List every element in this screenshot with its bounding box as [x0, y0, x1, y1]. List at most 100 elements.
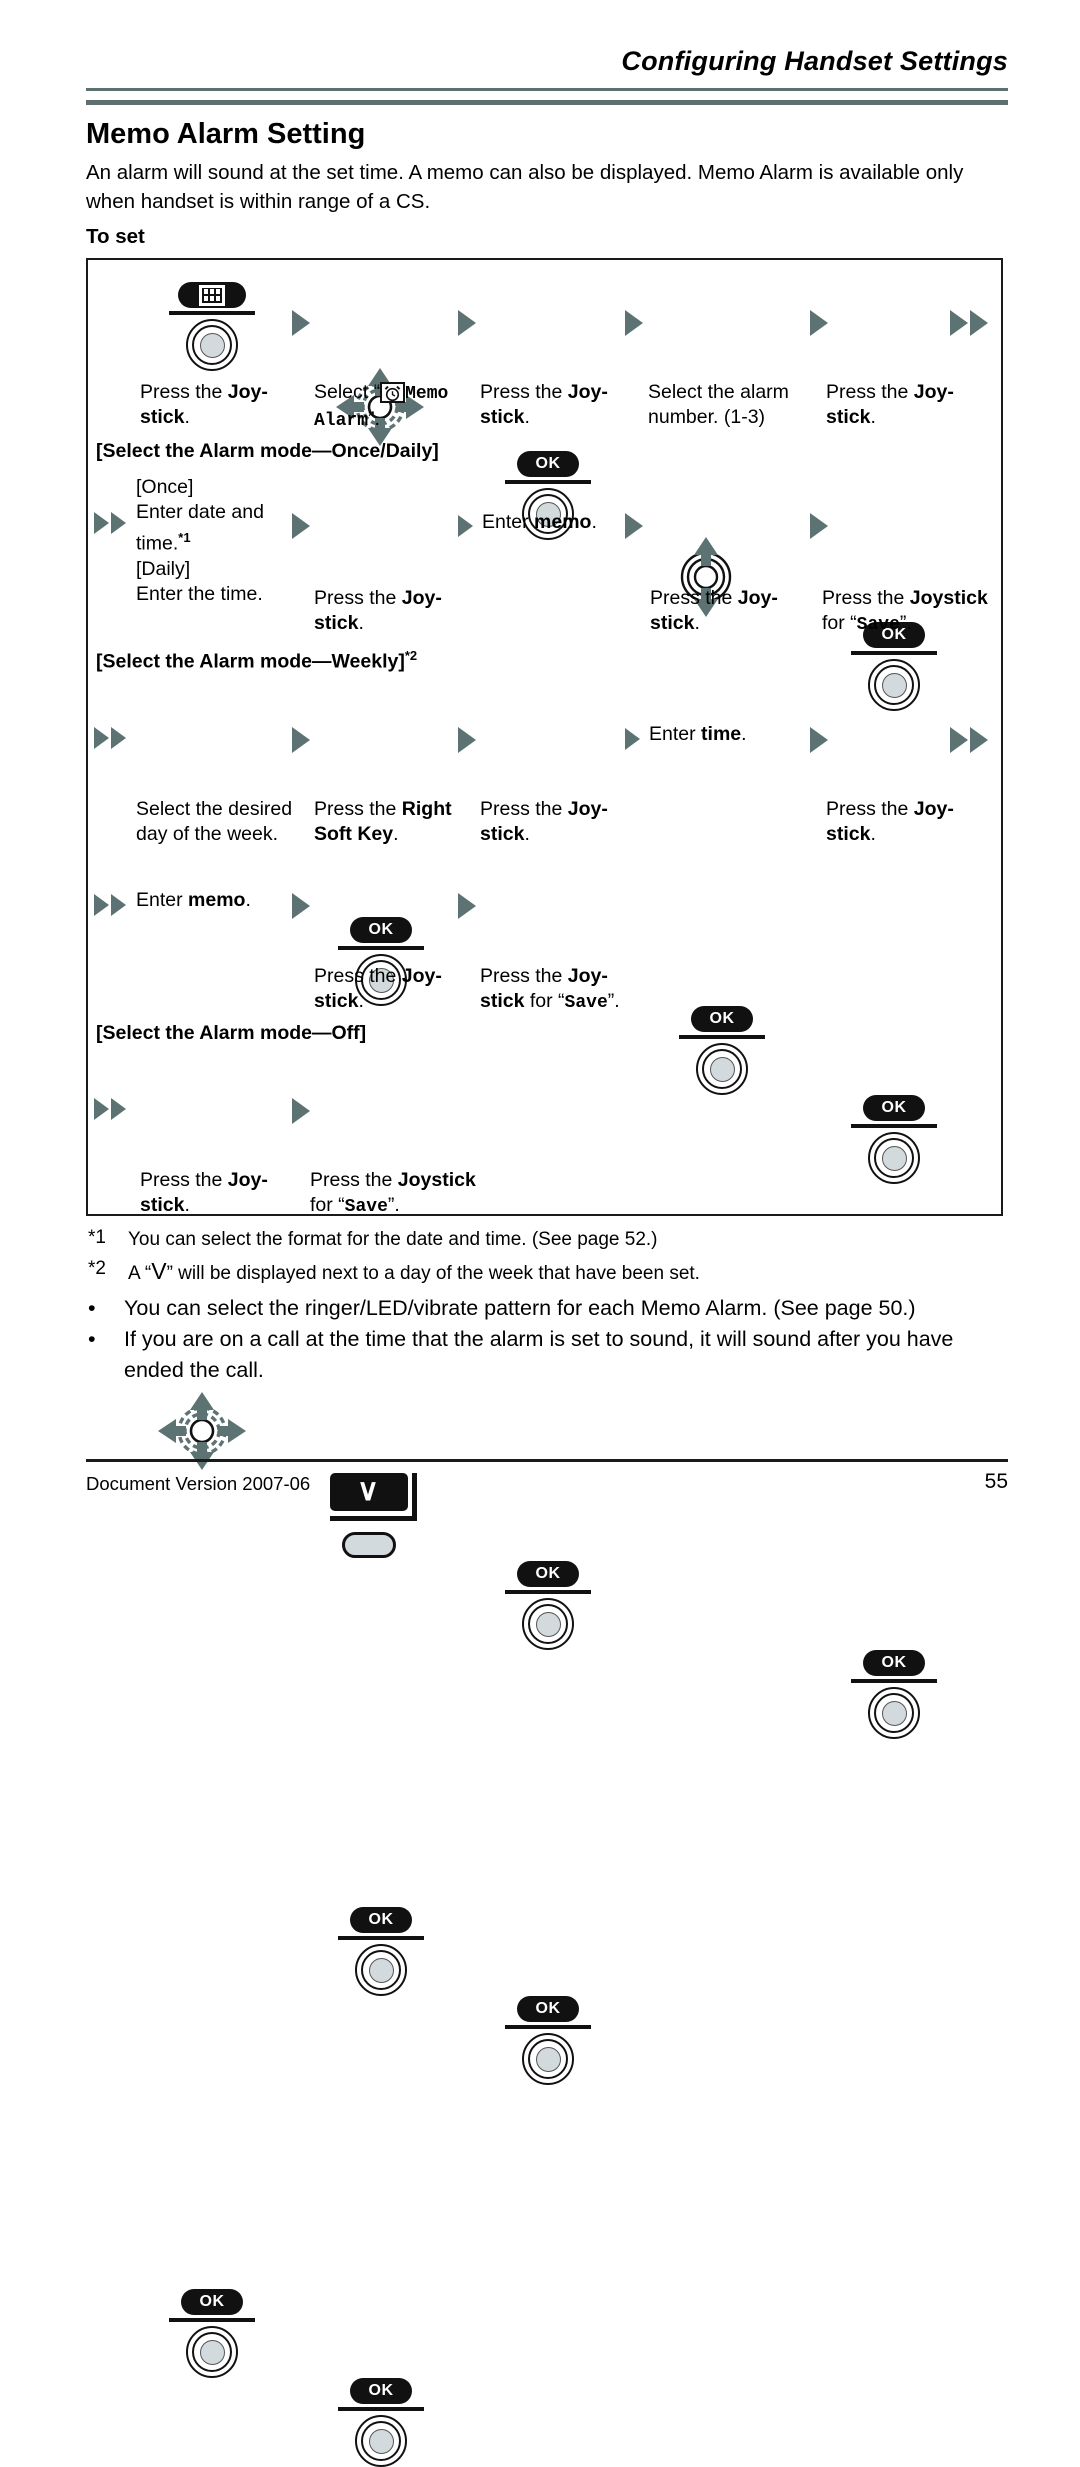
procedure-flow-box: Press the Joy- stick. Select “ Memo Alarm… [86, 258, 1003, 2467]
page-title: Memo Alarm Setting [86, 118, 366, 150]
caption-bold: Joy- [737, 587, 778, 609]
flow-arrow-double [950, 727, 988, 753]
caption-text: . [524, 823, 530, 845]
caption-text: . [358, 990, 364, 1012]
flow-arrow-double [94, 727, 126, 749]
bullet-marker: • [88, 1296, 96, 1320]
caption-text: ”. [607, 990, 620, 1012]
ok-pill-label: OK [350, 2378, 412, 2404]
instruction-line: time. [136, 532, 179, 555]
caption-mono: Alarm [314, 411, 369, 431]
weekly-row2-step2-caption: Press the Joy- stick. [314, 964, 464, 1014]
caption-text: Press the [650, 587, 738, 609]
flow-arrow [292, 513, 310, 539]
row1-step2-caption: Select “ Memo Alarm”. [314, 380, 484, 434]
ok-key-icon: OK [846, 1650, 942, 1739]
flow-arrow [292, 893, 310, 919]
once-daily-step5-caption: Press the Joystick for “Save”. [822, 586, 1022, 638]
footnote-2-mark: *2 [88, 1258, 106, 1279]
weekly-step5-caption: Press the Joy- stick. [826, 797, 986, 847]
caption-bold: Joy- [227, 1169, 268, 1191]
caption-bold: memo [534, 511, 592, 533]
flow-arrow [458, 893, 476, 919]
caption-text: Select the desired [136, 798, 293, 820]
joystick-disc-icon [868, 659, 920, 711]
section-label-off: [Select the Alarm mode—Off] [96, 1022, 367, 1044]
caption-bold: stick [140, 1194, 185, 1216]
caption-text: . [184, 1194, 190, 1216]
soft-key-button-shape [342, 1532, 396, 1558]
flow-arrow [458, 727, 476, 753]
caption-mono: Save [856, 615, 900, 635]
caption-bold: stick [826, 823, 871, 845]
caption-text: . [870, 823, 876, 845]
row1-step1-caption: Press the Joy- stick. [140, 380, 280, 430]
caption-text: for “ [822, 612, 857, 634]
off-step2-caption: Press the Joystick for “Save”. [310, 1168, 520, 1220]
ok-pill-label: OK [863, 1095, 925, 1121]
caption-mono: Save [564, 993, 608, 1013]
joystick-disc-icon [355, 2415, 407, 2467]
caption-text: ”. [387, 1194, 400, 1216]
flow-arrow [810, 513, 828, 539]
joystick-disc-icon [186, 2326, 238, 2378]
caption-text: ”. [368, 408, 380, 430]
caption-mono: Save [344, 1197, 388, 1217]
grid-icon [199, 284, 225, 306]
ok-pill-label: OK [863, 1650, 925, 1676]
caption-text: Press the [822, 587, 910, 609]
weekly-step3-caption: Press the Joy- stick. [480, 797, 630, 847]
flow-arrow [625, 728, 640, 750]
ok-pill-label: OK [350, 1907, 412, 1933]
caption-bold: stick [826, 406, 871, 428]
intro-paragraph: An alarm will sound at the set time. A m… [86, 161, 964, 213]
section-label-text: [Select the Alarm mode—Weekly] [96, 650, 405, 673]
document-page: Configuring Handset Settings Memo Alarm … [0, 0, 1080, 2467]
caption-bold: Soft Key [314, 823, 394, 845]
bullet-marker: • [88, 1327, 96, 1351]
flow-arrow-double [94, 512, 126, 534]
ok-pill-label: OK [181, 2289, 243, 2315]
caption-bold: Joy- [913, 798, 954, 820]
flow-arrow [625, 513, 643, 539]
bullet-item-1: You can select the ringer/LED/vibrate pa… [124, 1296, 916, 1320]
once-daily-step2-caption: Press the Joy- stick. [314, 586, 464, 636]
caption-bold: stick [314, 612, 359, 634]
section-label-once-daily: [Select the Alarm mode—Once/Daily] [96, 440, 439, 462]
flow-arrow-double [94, 1098, 126, 1120]
footnote-text-post: ” will be displayed next to a day of the… [166, 1263, 700, 1284]
flow-arrow [810, 727, 828, 753]
caption-bold: Right [401, 798, 452, 820]
instruction-line: Enter the time. [136, 582, 263, 605]
bullet-item-2: If you are on a call at the time that th… [124, 1327, 954, 1382]
weekly-row2-step3-caption: Press the Joy- stick for “Save”. [480, 964, 700, 1016]
row1-step3-caption: Press the Joy- stick. [480, 380, 630, 430]
caption-bold: stick [480, 990, 525, 1012]
caption-text: Enter [649, 723, 702, 745]
once-daily-step4-caption: Press the Joy- stick. [650, 586, 800, 636]
right-soft-key-icon: ∨ [330, 1473, 432, 1558]
caption-bold: stick [314, 990, 359, 1012]
caption-text: . [358, 612, 364, 634]
flow-arrow [292, 727, 310, 753]
footer-rule [86, 1459, 1008, 1462]
ok-pill-label: OK [350, 917, 412, 943]
ok-key-icon: OK [846, 1095, 942, 1184]
flow-arrow [625, 310, 643, 336]
caption-bold: Joy- [913, 381, 954, 403]
joystick-disc-icon [522, 2033, 574, 2085]
caption-bold: memo [188, 889, 246, 911]
caption-text: Press the [480, 798, 568, 820]
caption-text: . [524, 406, 530, 428]
ok-key-icon: OK [500, 1996, 596, 2085]
caption-text: . [694, 612, 700, 634]
ok-pill-label: OK [691, 1006, 753, 1032]
footnote-1-mark: *1 [88, 1227, 106, 1248]
flow-arrow [292, 1098, 310, 1124]
caption-text: Press the [314, 798, 402, 820]
caption-bold: stick [480, 406, 525, 428]
ok-key-icon: OK [333, 2378, 429, 2467]
caption-bold: Joy- [567, 798, 608, 820]
off-step1-caption: Press the Joy- stick. [140, 1168, 290, 1218]
footnote-ref: *2 [404, 648, 418, 663]
